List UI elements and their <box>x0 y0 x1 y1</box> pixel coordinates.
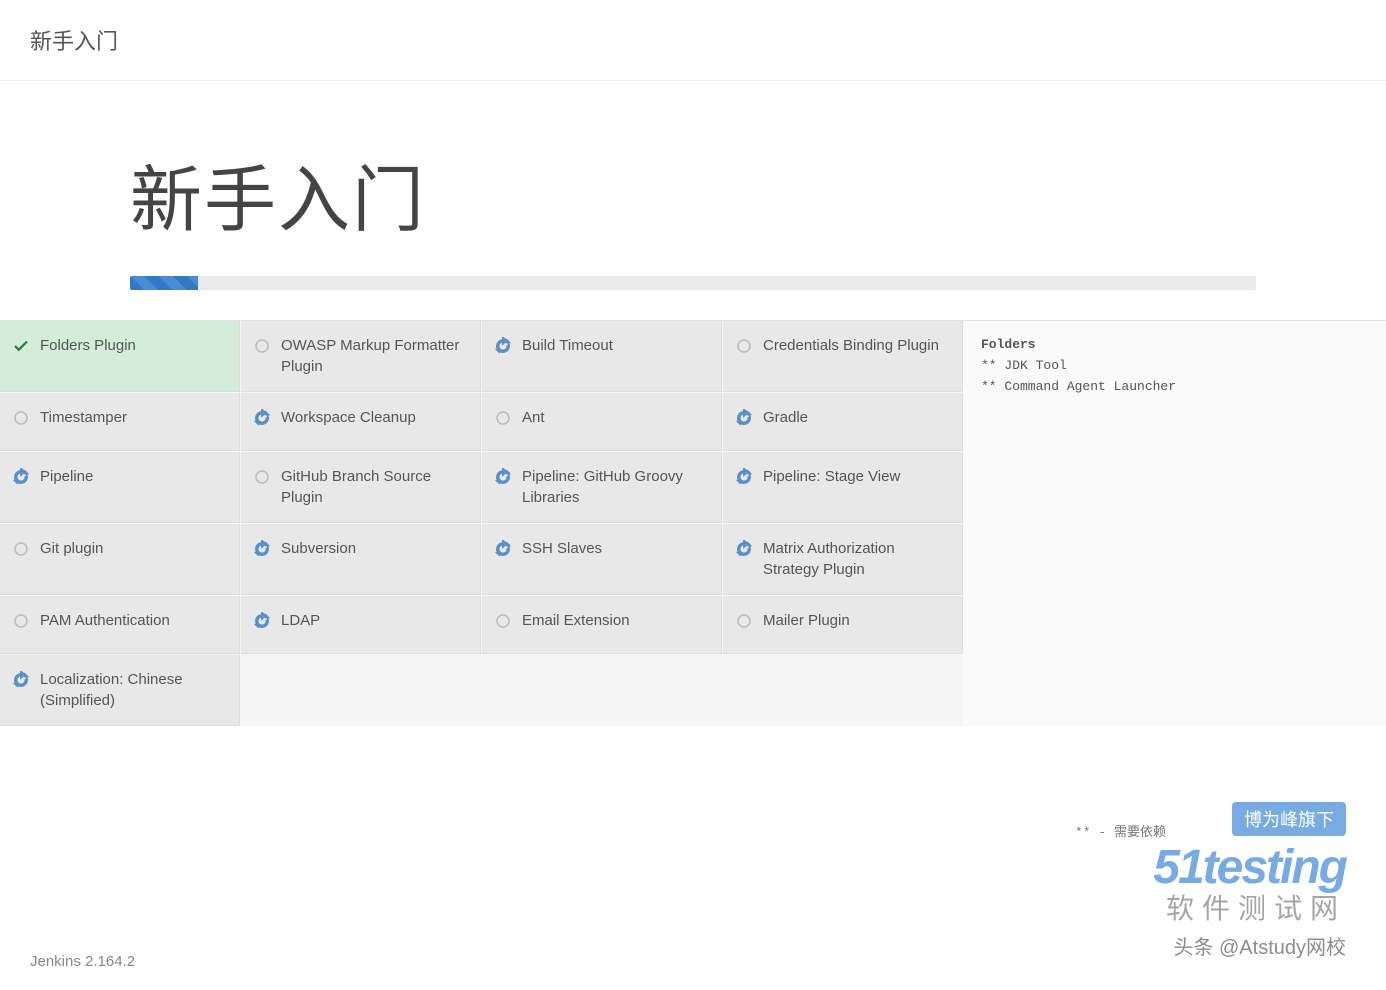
refresh-icon <box>735 540 753 558</box>
circle-icon <box>494 409 512 427</box>
plugin-cell: Credentials Binding Plugin <box>723 321 963 392</box>
plugin-cell: Build Timeout <box>482 321 722 392</box>
plugin-cell: Pipeline: GitHub Groovy Libraries <box>482 452 722 523</box>
watermark-sub: 软件测试网 <box>1153 887 1346 927</box>
plugin-cell: Timestamper <box>0 393 240 451</box>
plugin-label: Folders Plugin <box>40 335 136 356</box>
progress-fill <box>130 276 198 290</box>
plugin-cell: PAM Authentication <box>0 596 240 654</box>
plugin-cell: Email Extension <box>482 596 722 654</box>
plugin-label: Email Extension <box>522 610 630 631</box>
plugin-cell: Pipeline: Stage View <box>723 452 963 523</box>
plugin-cell: Subversion <box>241 524 481 595</box>
plugin-cell: Git plugin <box>0 524 240 595</box>
check-icon <box>12 337 30 355</box>
circle-icon <box>735 612 753 630</box>
plugin-cell-empty <box>482 655 722 726</box>
plugin-label: GitHub Branch Source Plugin <box>281 466 468 508</box>
plugin-cell: Mailer Plugin <box>723 596 963 654</box>
plugin-label: LDAP <box>281 610 320 631</box>
plugin-label: Credentials Binding Plugin <box>763 335 939 356</box>
main-title-section: 新手入门 <box>0 81 1386 320</box>
circle-icon <box>12 409 30 427</box>
plugin-label: Pipeline <box>40 466 93 487</box>
plugin-cell: Localization: Chinese (Simplified) <box>0 655 240 726</box>
plugin-label: Workspace Cleanup <box>281 407 416 428</box>
plugin-label: Build Timeout <box>522 335 613 356</box>
plugin-cell: Matrix Authorization Strategy Plugin <box>723 524 963 595</box>
log-dependency-line: ** Command Agent Launcher <box>981 377 1368 398</box>
plugin-grid: Folders Plugin OWASP Markup Formatter Plu… <box>0 321 963 726</box>
refresh-icon <box>735 409 753 427</box>
watermark-badge: 博为峰旗下 <box>1232 802 1346 836</box>
log-current-plugin: Folders <box>981 335 1368 356</box>
plugin-cell: Pipeline <box>0 452 240 523</box>
plugin-cell: Gradle <box>723 393 963 451</box>
plugin-label: Timestamper <box>40 407 127 428</box>
refresh-icon <box>253 612 271 630</box>
plugin-label: Ant <box>522 407 545 428</box>
circle-icon <box>12 540 30 558</box>
log-dependency-line: ** JDK Tool <box>981 356 1368 377</box>
footer-version: Jenkins 2.164.2 <box>30 953 135 970</box>
plugin-label: Git plugin <box>40 538 103 559</box>
plugin-cell: LDAP <box>241 596 481 654</box>
refresh-icon <box>253 540 271 558</box>
circle-icon <box>253 468 271 486</box>
refresh-icon <box>253 409 271 427</box>
plugin-cell: SSH Slaves <box>482 524 722 595</box>
plugin-label: Mailer Plugin <box>763 610 850 631</box>
plugin-label: Pipeline: GitHub Groovy Libraries <box>522 466 709 508</box>
page-title: 新手入门 <box>130 141 1256 246</box>
plugin-label: Subversion <box>281 538 356 559</box>
plugin-cell: GitHub Branch Source Plugin <box>241 452 481 523</box>
refresh-icon <box>494 468 512 486</box>
plugin-cell: OWASP Markup Formatter Plugin <box>241 321 481 392</box>
header-bar: 新手入门 <box>0 0 1386 81</box>
plugin-label: SSH Slaves <box>522 538 602 559</box>
content-area: Folders Plugin OWASP Markup Formatter Plu… <box>0 320 1386 726</box>
refresh-icon <box>494 337 512 355</box>
plugin-label: Pipeline: Stage View <box>763 466 900 487</box>
plugin-label: PAM Authentication <box>40 610 170 631</box>
plugin-cell: Workspace Cleanup <box>241 393 481 451</box>
plugin-label: Matrix Authorization Strategy Plugin <box>763 538 950 580</box>
refresh-icon <box>12 468 30 486</box>
watermark: 博为峰旗下 51testing 软件测试网 头条 @Atstudy网校 <box>1153 802 1346 960</box>
refresh-icon <box>12 671 30 689</box>
watermark-attribution: 头条 @Atstudy网校 <box>1153 931 1346 960</box>
progress-bar <box>130 276 1256 290</box>
circle-icon <box>12 612 30 630</box>
refresh-icon <box>735 468 753 486</box>
plugin-cell-empty <box>723 655 963 726</box>
header-title: 新手入门 <box>30 24 1356 56</box>
plugin-cell-empty <box>241 655 481 726</box>
plugin-label: Gradle <box>763 407 808 428</box>
install-log-panel: Folders ** JDK Tool ** Command Agent Lau… <box>963 321 1386 726</box>
plugin-label: Localization: Chinese (Simplified) <box>40 669 227 711</box>
circle-icon <box>735 337 753 355</box>
circle-icon <box>494 612 512 630</box>
plugin-label: OWASP Markup Formatter Plugin <box>281 335 468 377</box>
refresh-icon <box>494 540 512 558</box>
plugin-cell: Folders Plugin <box>0 321 240 392</box>
circle-icon <box>253 337 271 355</box>
plugin-cell: Ant <box>482 393 722 451</box>
